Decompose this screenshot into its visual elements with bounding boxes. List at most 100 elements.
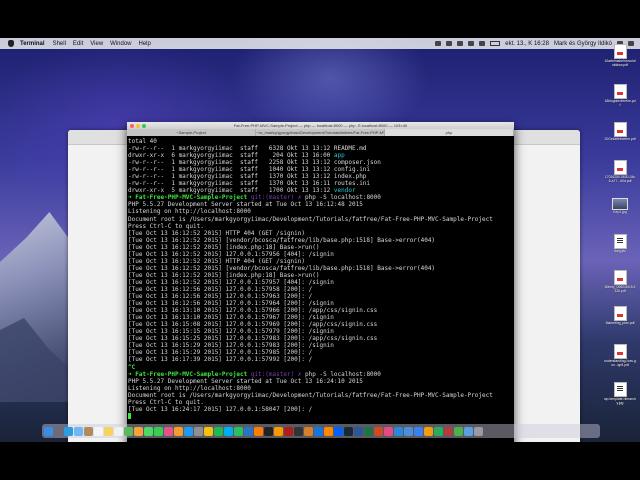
safari-icon[interactable] xyxy=(64,426,73,436)
dropbox-tray-icon[interactable] xyxy=(435,41,442,46)
camtasia-icon[interactable] xyxy=(454,426,463,436)
desktop-file-icon[interactable]: Kép1.jpg xyxy=(604,198,636,215)
apple-icon[interactable] xyxy=(8,40,14,47)
desktop-file-icon[interactable]: 18blogdoroferelm.pdf xyxy=(604,84,636,108)
terminal-text: [Tue Oct 13 16:15:15 2015] 127.0.0.1:579… xyxy=(128,328,334,336)
trash-icon[interactable] xyxy=(474,426,483,436)
terminal-line: [Tue Oct 13 16:15:25 2015] 127.0.0.1:579… xyxy=(128,335,514,342)
terminal-text: [Tue Oct 13 16:12:56 2015] 127.0.0.1:579… xyxy=(128,300,334,308)
illustrator-icon[interactable] xyxy=(254,426,263,436)
terminal-text: [Tue Oct 13 16:24:17 2015] 127.0.0.1:580… xyxy=(128,405,313,413)
keynote-icon[interactable] xyxy=(414,426,423,436)
desktop-file-icon[interactable]: 20Gelotifelmelen.pdf xyxy=(604,122,636,142)
sequelpro-icon[interactable] xyxy=(304,426,313,436)
menu-help[interactable]: Help xyxy=(139,41,151,47)
mail-icon[interactable] xyxy=(74,426,83,436)
word-icon[interactable] xyxy=(354,426,363,436)
wifi-icon[interactable] xyxy=(468,41,475,46)
desktop-file-icon[interactable]: 60hely_0080460.8.5326.pdf xyxy=(604,270,636,294)
itunes-icon[interactable] xyxy=(164,426,173,436)
desktop-file-icon[interactable]: dorg.jeu xyxy=(604,234,636,254)
github-icon[interactable] xyxy=(294,426,303,436)
powerpoint-icon[interactable] xyxy=(374,426,383,436)
excel-icon[interactable] xyxy=(364,426,373,436)
xcode-icon[interactable] xyxy=(314,426,323,436)
terminal-title-bar[interactable]: Fat-Free-PHP-MVC-Sample-Project — php — … xyxy=(127,122,514,129)
desktop-file-icon[interactable]: 10artelmakelmovolufolddow.pdf xyxy=(604,44,636,68)
terminal-line: Document root is /Users/markgyorgyiimac/… xyxy=(128,392,514,399)
facetime-icon[interactable] xyxy=(154,426,163,436)
terminal-line: [Tue Oct 13 16:12:56 2015] 127.0.0.1:579… xyxy=(128,286,514,293)
battery-icon[interactable] xyxy=(490,41,501,46)
clock[interactable]: ekt. 13., K 16:28 xyxy=(505,41,549,47)
bluetooth-icon[interactable] xyxy=(457,41,464,46)
vlc-icon[interactable] xyxy=(324,426,333,436)
quicktime-icon[interactable] xyxy=(404,426,413,436)
messages-icon[interactable] xyxy=(144,426,153,436)
menu-window[interactable]: Window xyxy=(110,41,131,47)
finder-icon[interactable] xyxy=(44,426,53,436)
terminal-text: -rw-r--r-- 1 markgyorgyiimac staff 2258 … xyxy=(128,159,381,167)
filezilla-icon[interactable] xyxy=(284,426,293,436)
desktop-file-label: 60hely_0080460.8.5326.pdf xyxy=(604,285,636,293)
terminal-text: [Tue Oct 13 16:15:25 2015] 127.0.0.1:579… xyxy=(128,335,378,343)
wunderlist-icon[interactable] xyxy=(394,426,403,436)
evernote-tray-icon[interactable] xyxy=(446,41,453,46)
notes-icon[interactable] xyxy=(104,426,113,436)
desktop-file-icon[interactable]: 17026250-0630-04c6-a77...d0d.pdf xyxy=(604,160,636,184)
terminal-text: [Tue Oct 13 16:15:29 2015] 127.0.0.1:579… xyxy=(128,342,334,350)
desktop-file-label: wp-template-hierarchy.jpg xyxy=(604,397,636,405)
skype-icon[interactable] xyxy=(224,426,233,436)
terminal-line: [Tue Oct 13 16:12:52 2015] [index.php:18… xyxy=(128,244,514,251)
ibooks-icon[interactable] xyxy=(174,426,183,436)
menu-edit[interactable]: Edit xyxy=(73,41,83,47)
transmission-icon[interactable] xyxy=(444,426,453,436)
menu-app-name[interactable]: Terminal xyxy=(20,41,45,47)
terminal-text: [Tue Oct 13 16:12:56 2015] 127.0.0.1:579… xyxy=(128,293,313,301)
photos-icon[interactable] xyxy=(134,426,143,436)
menu-shell[interactable]: Shell xyxy=(53,41,66,47)
desktop-file-icon[interactable]: Marketing_plan.pdf xyxy=(604,306,636,326)
terminal-tab-active[interactable]: php xyxy=(385,129,514,136)
pages-icon[interactable] xyxy=(424,426,433,436)
terminal-text: [Tue Oct 13 16:12:52 2015] HTTP 404 (GET… xyxy=(128,229,306,237)
terminal-line: [Tue Oct 13 16:15:08 2015] 127.0.0.1:579… xyxy=(128,321,514,328)
terminal-text: -rw-r--r-- 1 markgyorgyiimac staff 6328 … xyxy=(128,145,367,153)
chrome-icon[interactable] xyxy=(204,426,213,436)
photoshop-icon[interactable] xyxy=(244,426,253,436)
calendar-icon[interactable] xyxy=(94,426,103,436)
numbers-icon[interactable] xyxy=(434,426,443,436)
desktop-file-label: 18blogdoroferelm.pdf xyxy=(604,99,636,107)
sublime-icon[interactable] xyxy=(274,426,283,436)
spotify-icon[interactable] xyxy=(214,426,223,436)
desktop-file-icon[interactable]: wp-template-hierarchy.jpg xyxy=(604,382,636,406)
launchpad-icon[interactable] xyxy=(54,426,63,436)
reminders-icon[interactable] xyxy=(114,426,123,436)
desktop-file-label: Kép1.jpg xyxy=(613,210,627,214)
terminal-text: [Tue Oct 13 16:12:52 2015] [index.php:18… xyxy=(128,271,320,279)
img-file-icon xyxy=(612,198,628,210)
volume-icon[interactable] xyxy=(479,41,486,46)
maps-icon[interactable] xyxy=(124,426,133,436)
contacts-icon[interactable] xyxy=(84,426,93,436)
preferences-icon[interactable] xyxy=(194,426,203,436)
appstore-icon[interactable] xyxy=(184,426,193,436)
terminal-text: [Tue Oct 13 16:12:52 2015] [vendor/bcosc… xyxy=(128,236,436,244)
terminal-window[interactable]: Fat-Free-PHP-MVC-Sample-Project — php — … xyxy=(127,122,514,442)
downloads-icon[interactable] xyxy=(464,426,473,436)
skitch-icon[interactable] xyxy=(384,426,393,436)
terminal-line: [Tue Oct 13 16:12:52 2015] 127.0.0.1:579… xyxy=(128,279,514,286)
dropbox-icon[interactable] xyxy=(334,426,343,436)
evernote-icon[interactable] xyxy=(234,426,243,436)
terminal-text: [Tue Oct 13 16:13:10 2015] 127.0.0.1:579… xyxy=(128,307,378,315)
menu-view[interactable]: View xyxy=(90,41,103,47)
steam-icon[interactable] xyxy=(344,426,353,436)
terminal-tab[interactable]: ~/w_/marky/gyorgyiimac/Development/Tutor… xyxy=(256,129,385,136)
terminal-line: -rw-r--r-- 1 markgyorgyiimac staff 1370 … xyxy=(128,173,514,180)
terminal-line: PHP 5.5.27 Development Server started at… xyxy=(128,378,514,385)
terminal-tab[interactable]: ~Sample-Project xyxy=(127,129,256,136)
terminal-icon[interactable] xyxy=(264,426,273,436)
desktop-file-icon[interactable]: understanding-how-goo...igr8.pdf xyxy=(604,344,636,368)
terminal-text: vendor xyxy=(333,187,356,195)
terminal-output[interactable]: total 40 -rw-r--r-- 1 markgyorgyiimac sta… xyxy=(127,136,514,442)
